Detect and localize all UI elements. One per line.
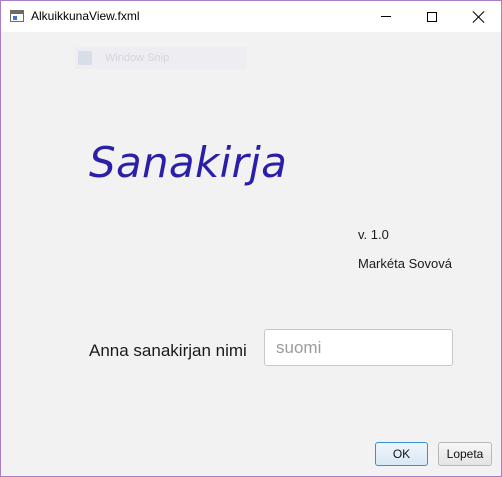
quit-button[interactable]: Lopeta [438,442,492,466]
app-window: AlkuikkunaView.fxml Window Snip Sanakirj… [0,0,502,477]
maximize-icon [427,11,437,22]
minimize-icon [381,16,391,17]
window-app-icon [10,10,24,22]
snip-icon [78,51,92,65]
close-icon [472,11,484,23]
window-snip-overlay: Window Snip [75,47,247,69]
version-label: v. 1.0 [358,227,389,242]
app-title: Sanakirja [89,138,288,187]
minimize-button[interactable] [363,1,409,32]
dictionary-name-label: Anna sanakirjan nimi [89,341,247,360]
snip-label: Window Snip [105,52,170,64]
author-label: Markéta Sovová [358,256,452,271]
dictionary-name-input[interactable] [264,329,453,366]
maximize-button[interactable] [409,1,455,32]
window-title: AlkuikkunaView.fxml [31,9,140,23]
ok-button[interactable]: OK [375,442,428,466]
close-button[interactable] [455,1,501,32]
title-bar[interactable]: AlkuikkunaView.fxml [1,1,501,32]
